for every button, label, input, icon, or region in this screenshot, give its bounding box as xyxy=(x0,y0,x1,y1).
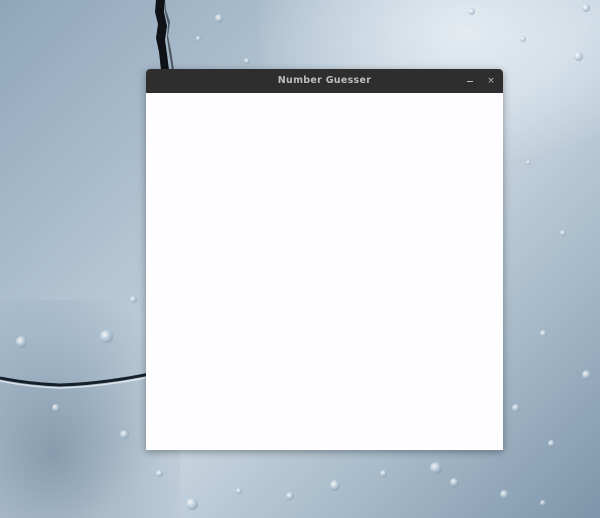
water-droplet xyxy=(196,36,201,41)
water-droplet xyxy=(520,36,526,42)
water-droplet xyxy=(244,58,250,64)
water-droplet xyxy=(468,8,475,15)
water-droplet xyxy=(186,498,198,510)
water-droplet xyxy=(450,478,459,487)
water-droplet xyxy=(526,160,531,165)
water-droplet xyxy=(16,336,27,348)
water-droplet xyxy=(380,470,387,477)
window-content-area xyxy=(146,93,503,450)
close-icon: × xyxy=(487,75,495,86)
water-droplet xyxy=(430,462,442,474)
water-droplet xyxy=(286,492,294,500)
water-droplet xyxy=(156,470,163,477)
water-droplet xyxy=(560,230,566,236)
water-droplet xyxy=(215,14,223,23)
water-droplet xyxy=(500,490,509,499)
water-droplet xyxy=(120,430,129,439)
water-droplet xyxy=(330,480,340,491)
water-droplet xyxy=(100,330,113,343)
window-title: Number Guesser xyxy=(277,75,372,86)
water-droplet xyxy=(574,52,583,61)
water-droplet xyxy=(582,370,591,380)
wallpaper-ice-crack xyxy=(155,0,174,70)
water-droplet xyxy=(130,296,137,303)
app-window: Number Guesser × xyxy=(146,69,503,450)
close-button[interactable]: × xyxy=(483,73,499,89)
water-droplet xyxy=(540,500,546,506)
water-droplet xyxy=(512,404,520,412)
minimize-icon xyxy=(467,80,473,82)
wallpaper-ice-crack-horizontal xyxy=(0,372,150,389)
water-droplet xyxy=(582,4,590,12)
water-droplet xyxy=(548,440,555,447)
window-titlebar[interactable]: Number Guesser × xyxy=(146,69,503,93)
water-droplet xyxy=(52,404,60,412)
water-droplet xyxy=(236,488,242,494)
minimize-button[interactable] xyxy=(462,73,478,89)
water-droplet xyxy=(540,330,547,337)
